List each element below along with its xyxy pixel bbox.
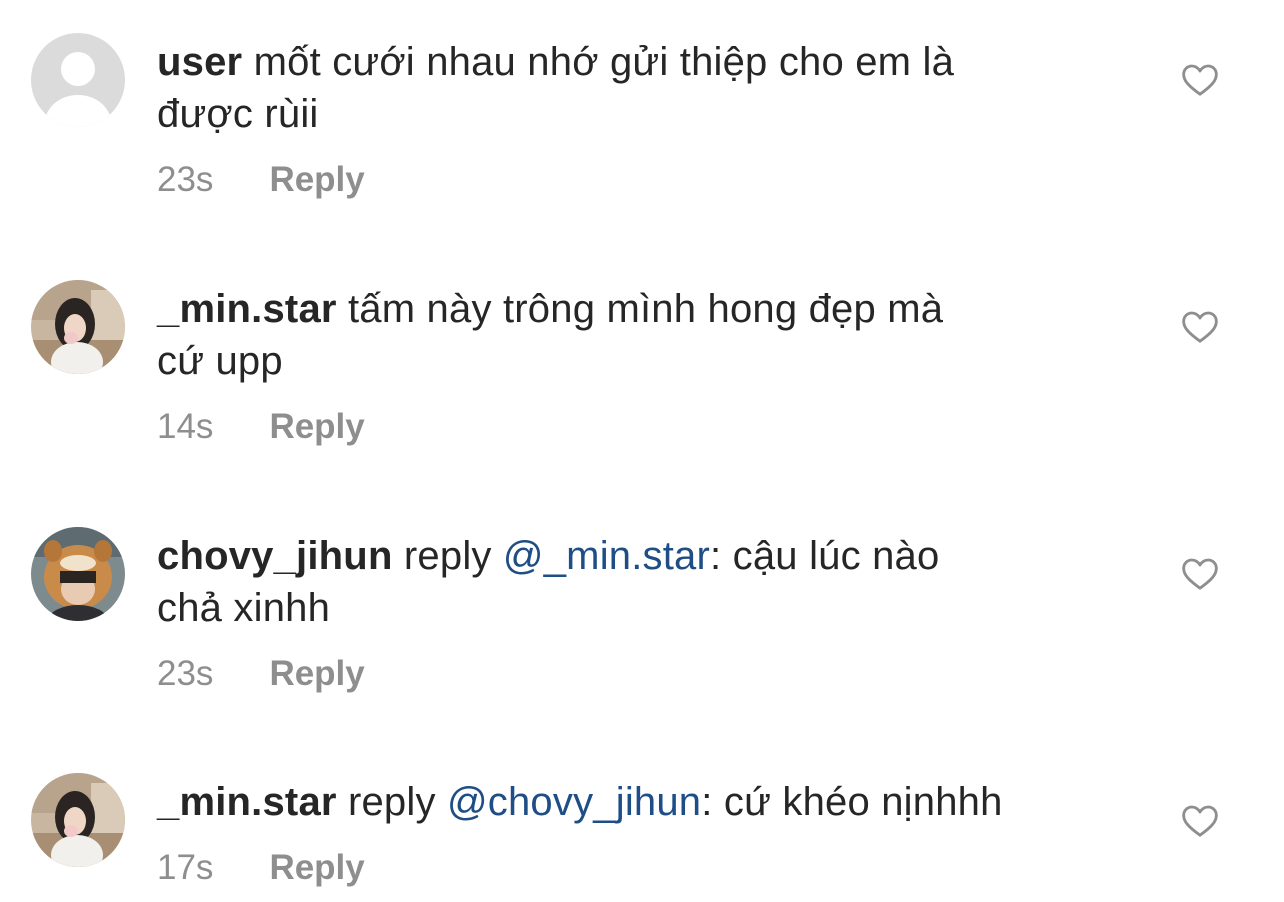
comment-body: : cậu lúc nào bbox=[710, 534, 940, 578]
reply-word: reply bbox=[336, 780, 447, 824]
heart-outline-icon bbox=[1182, 805, 1218, 837]
mention-link[interactable]: @_min.star bbox=[503, 534, 710, 578]
comment-body: mốt cưới nhau nhớ gửi thiệp cho em là bbox=[242, 40, 955, 84]
comment-timestamp: 14s bbox=[157, 407, 214, 446]
photo-avatar-girl-icon bbox=[31, 280, 125, 374]
comment-timestamp: 17s bbox=[157, 848, 214, 887]
reply-button[interactable]: Reply bbox=[269, 407, 364, 447]
comment-body: : cứ khéo nịnhhh bbox=[701, 780, 1003, 824]
reply-word: reply bbox=[392, 534, 503, 578]
like-button[interactable] bbox=[1180, 60, 1220, 100]
comment-text: _min.star reply @chovy_jihun: cứ khéo nị… bbox=[157, 776, 1057, 828]
comment-timestamp: 23s bbox=[157, 654, 214, 693]
heart-outline-icon bbox=[1182, 311, 1218, 343]
comment-text: chovy_jihun reply @_min.star: cậu lúc nà… bbox=[157, 530, 1057, 634]
comment-body: tấm này trông mình hong đẹp mà bbox=[336, 287, 944, 331]
heart-outline-icon bbox=[1182, 64, 1218, 96]
comment-username[interactable]: _min.star bbox=[157, 780, 337, 824]
comment-username[interactable]: user bbox=[157, 40, 242, 84]
avatar[interactable] bbox=[31, 33, 125, 127]
comment-meta: 14s Reply bbox=[157, 407, 365, 447]
comment-body-line2: chả xinhh bbox=[157, 586, 331, 630]
avatar[interactable] bbox=[31, 527, 125, 621]
comment-body-line2: cứ upp bbox=[157, 339, 283, 383]
reply-button[interactable]: Reply bbox=[269, 848, 364, 888]
comment-meta: 23s Reply bbox=[157, 654, 365, 694]
like-button[interactable] bbox=[1180, 801, 1220, 841]
photo-avatar-girl-icon bbox=[31, 773, 125, 867]
comment-meta: 23s Reply bbox=[157, 160, 365, 200]
reply-button[interactable]: Reply bbox=[269, 654, 364, 694]
like-button[interactable] bbox=[1180, 554, 1220, 594]
avatar[interactable] bbox=[31, 280, 125, 374]
comment-meta: 17s Reply bbox=[157, 848, 365, 888]
photo-avatar-hood-icon bbox=[31, 527, 125, 621]
default-avatar-icon bbox=[31, 33, 125, 127]
reply-button[interactable]: Reply bbox=[269, 160, 364, 200]
comment-username[interactable]: _min.star bbox=[157, 287, 337, 331]
heart-outline-icon bbox=[1182, 558, 1218, 590]
avatar[interactable] bbox=[31, 773, 125, 867]
comment-username[interactable]: chovy_jihun bbox=[157, 534, 393, 578]
comment-timestamp: 23s bbox=[157, 160, 214, 199]
like-button[interactable] bbox=[1180, 307, 1220, 347]
comment-body-line2: được rùii bbox=[157, 92, 319, 136]
mention-link[interactable]: @chovy_jihun bbox=[447, 780, 701, 824]
comment-text: _min.star tấm này trông mình hong đẹp mà… bbox=[157, 283, 1057, 387]
comment-text: user mốt cưới nhau nhớ gửi thiệp cho em … bbox=[157, 36, 1057, 140]
